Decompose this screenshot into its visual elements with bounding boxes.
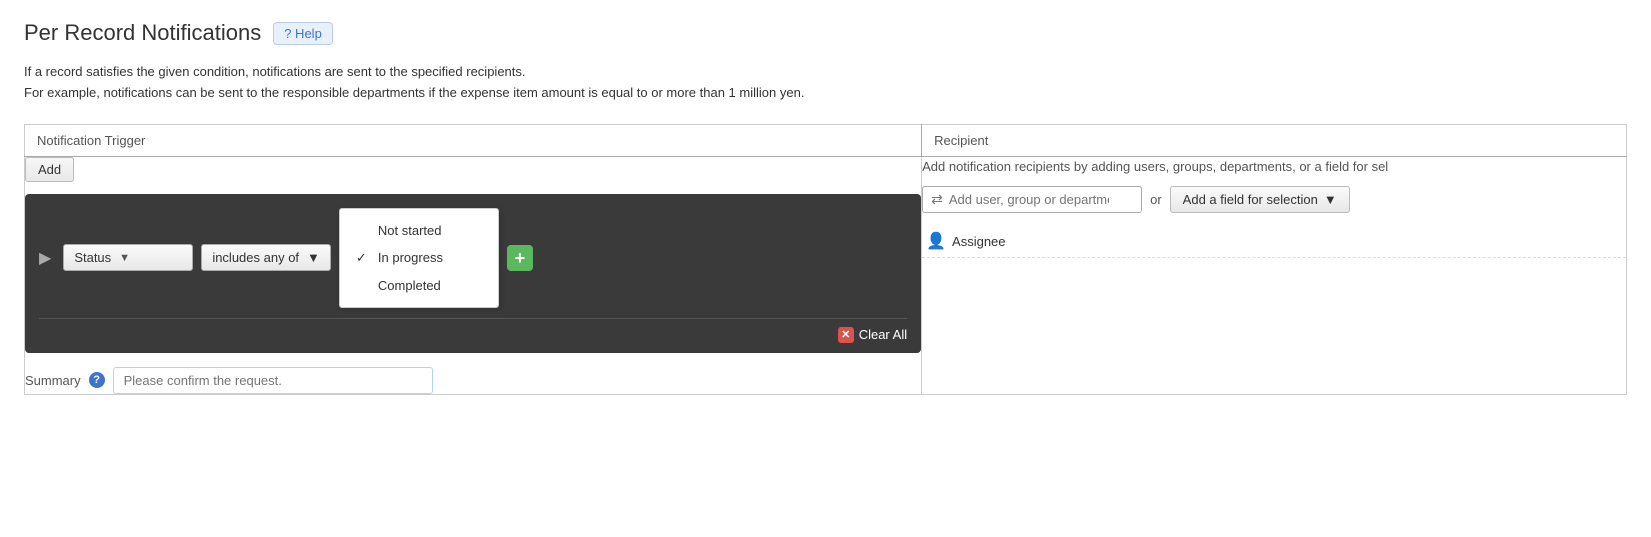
user-input-icon: ⇄ [931, 191, 943, 208]
recipient-cell: Add notification recipients by adding us… [922, 156, 1627, 394]
summary-help-icon[interactable]: ? [89, 372, 105, 388]
dropdown-item-label: Not started [378, 223, 442, 238]
user-input-wrapper: ⇄ [922, 186, 1142, 213]
page-title: Per Record Notifications [24, 20, 261, 46]
description-line1: If a record satisfies the given conditio… [24, 62, 1627, 83]
summary-row: Summary ? [25, 367, 921, 394]
or-label: or [1150, 192, 1162, 207]
assignee-person-icon: 👤 [926, 231, 946, 251]
check-not-started-icon [356, 223, 370, 238]
check-in-progress-icon: ✓ [356, 250, 370, 266]
summary-label: Summary [25, 373, 81, 388]
assignee-row: 👤 Assignee [922, 225, 1626, 258]
field-selection-arrow-icon: ▼ [1324, 192, 1337, 207]
operator-label: includes any of [212, 250, 299, 265]
description: If a record satisfies the given conditio… [24, 62, 1627, 104]
main-table: Notification Trigger Recipient Add ▶ Sta… [24, 124, 1627, 395]
clear-all-label: Clear All [859, 327, 907, 342]
trigger-controls: ▶ Status ▼ includes any of ▼ [39, 208, 907, 308]
add-condition-button[interactable]: + [507, 245, 533, 271]
field-selection-label: Add a field for selection [1183, 192, 1318, 207]
help-button[interactable]: ? Help [273, 22, 333, 45]
assignee-label: Assignee [952, 234, 1005, 249]
add-trigger-button[interactable]: Add [25, 157, 74, 182]
col-trigger-header: Notification Trigger [25, 124, 922, 156]
recipient-description: Add notification recipients by adding us… [922, 157, 1626, 177]
dropdown-item-in-progress[interactable]: ✓ In progress [340, 244, 498, 272]
col-recipient-header: Recipient [922, 124, 1627, 156]
trigger-footer: ✕ Clear All [39, 318, 907, 343]
clear-all-button[interactable]: ✕ Clear All [838, 327, 907, 343]
dropdown-item-label: In progress [378, 250, 443, 265]
check-completed-icon [356, 278, 370, 293]
dropdown-item-label: Completed [378, 278, 441, 293]
trigger-row: ▶ Status ▼ includes any of ▼ [25, 194, 921, 353]
recipient-controls: ⇄ or Add a field for selection ▼ [922, 186, 1626, 213]
trigger-arrow-icon: ▶ [39, 248, 51, 268]
summary-input[interactable] [113, 367, 433, 394]
trigger-cell: Add ▶ Status ▼ includes any of ▼ [25, 156, 922, 394]
dropdown-item-not-started[interactable]: Not started [340, 217, 498, 244]
field-dropdown-arrow-icon: ▼ [119, 252, 130, 264]
operator-select-dropdown[interactable]: includes any of ▼ [201, 244, 331, 271]
description-line2: For example, notifications can be sent t… [24, 83, 1627, 104]
clear-icon: ✕ [838, 327, 854, 343]
add-field-selection-button[interactable]: Add a field for selection ▼ [1170, 186, 1350, 213]
operator-dropdown-arrow-icon: ▼ [307, 250, 320, 265]
dropdown-item-completed[interactable]: Completed [340, 272, 498, 299]
field-select-dropdown[interactable]: Status ▼ [63, 244, 193, 271]
page-header: Per Record Notifications ? Help [24, 20, 1627, 46]
dropdown-popup: Not started ✓ In progress Completed [339, 208, 499, 308]
field-label: Status [74, 250, 111, 265]
user-group-department-input[interactable] [949, 192, 1109, 207]
